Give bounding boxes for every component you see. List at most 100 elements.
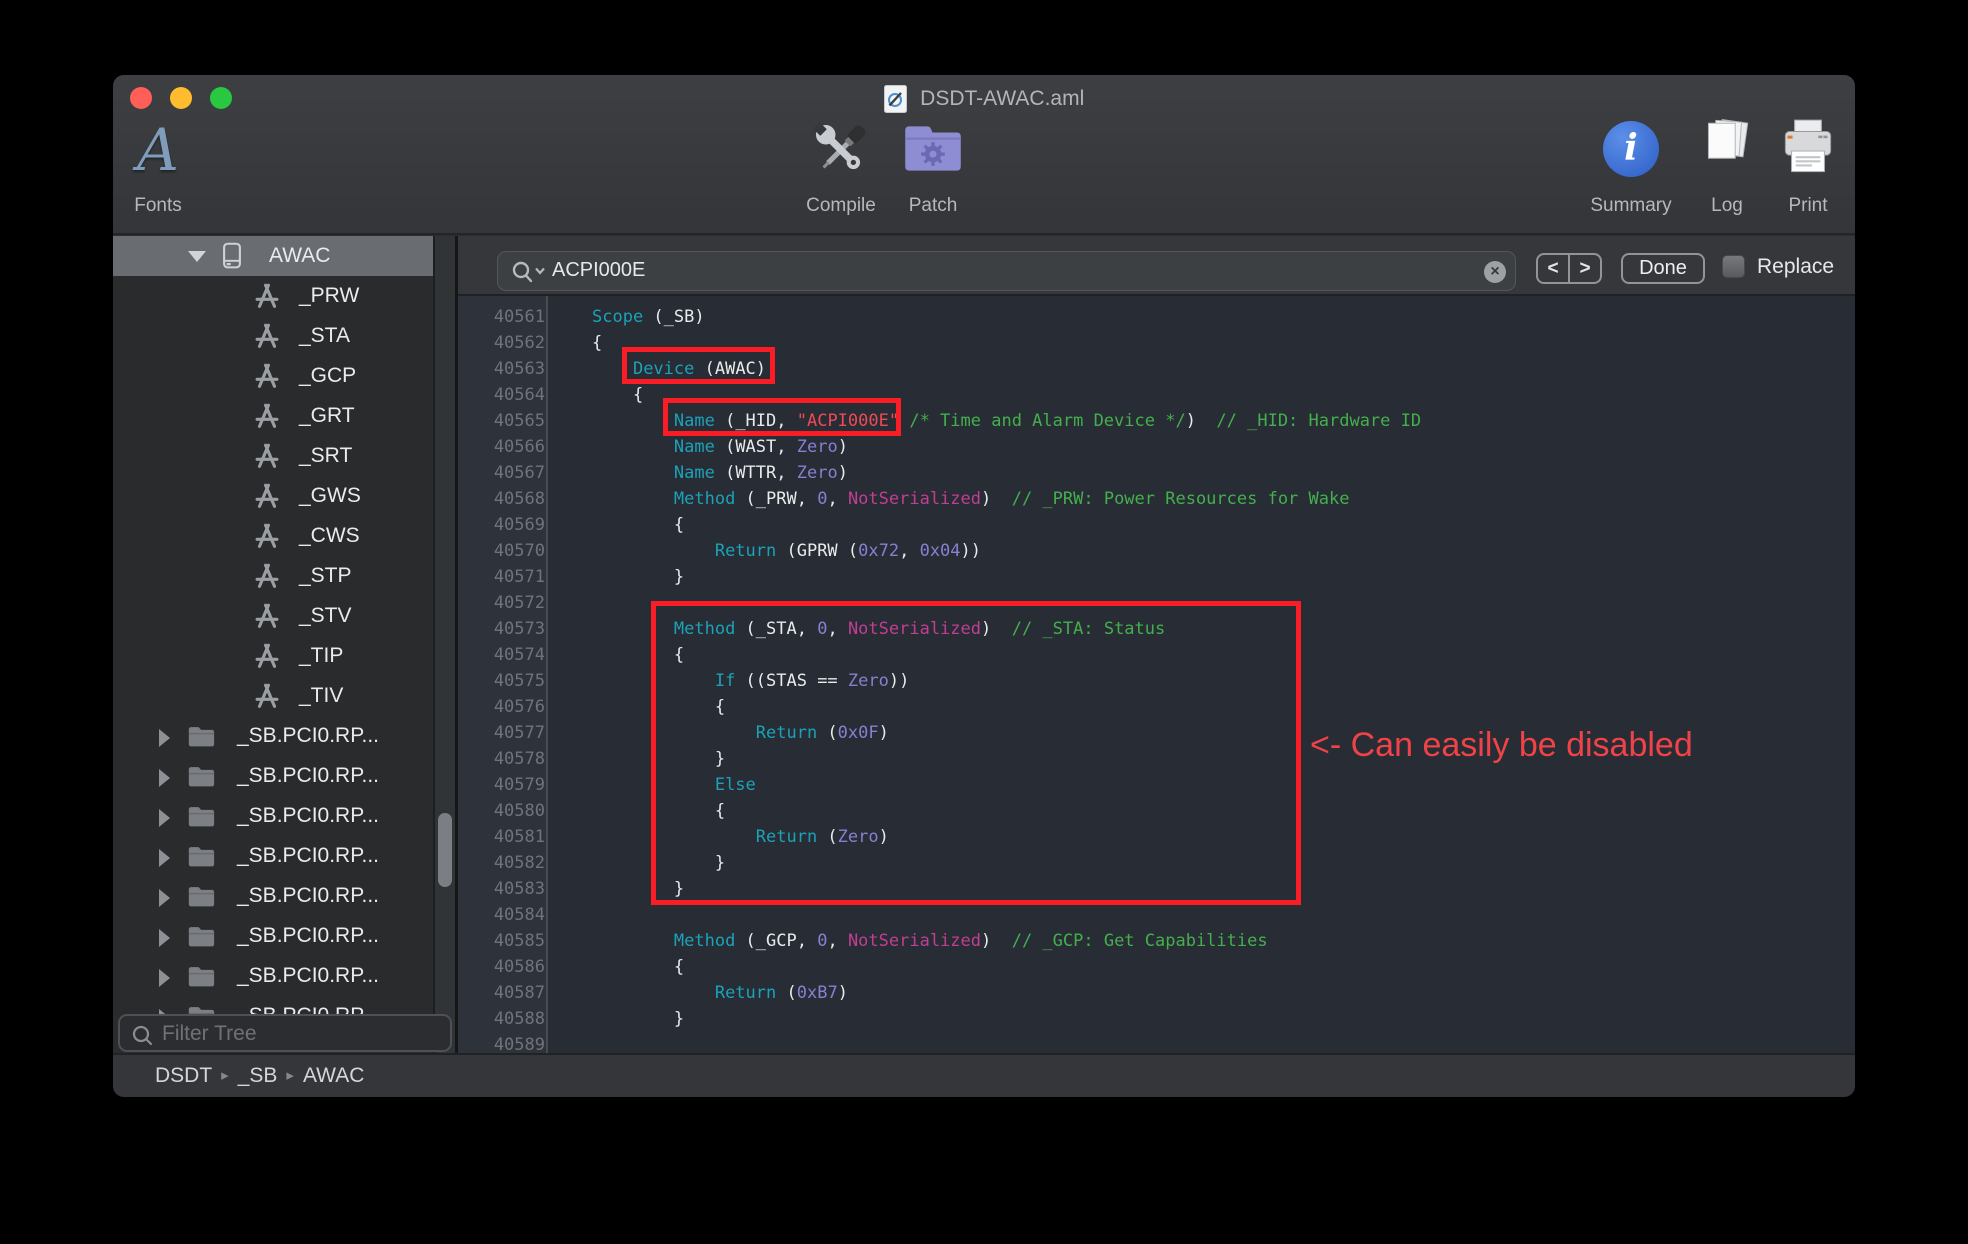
code-line[interactable]: 40566 Name (WAST, Zero) xyxy=(458,434,1855,460)
code-text: { xyxy=(592,512,684,538)
method-icon xyxy=(252,641,282,677)
line-number: 40572 xyxy=(458,590,545,616)
line-number: 40585 xyxy=(458,928,545,954)
tree-item-tip[interactable]: _TIP xyxy=(113,636,433,676)
tree-item-prw[interactable]: _PRW xyxy=(113,276,433,316)
method-icon xyxy=(252,521,282,557)
line-number: 40570 xyxy=(458,538,545,564)
disclosure-triangle-icon[interactable] xyxy=(188,251,206,262)
code-text: Return (GPRW (0x72, 0x04)) xyxy=(592,538,981,564)
printer-icon xyxy=(1748,111,1855,189)
code-text: { xyxy=(592,330,602,356)
folder-icon xyxy=(185,921,217,957)
find-input[interactable]: ACPI000E × xyxy=(497,251,1516,291)
code-editor[interactable]: 40561Scope (_SB)40562{40563 Device (AWAC… xyxy=(458,296,1855,1053)
breadcrumb-item-awac[interactable]: AWAC xyxy=(303,1064,364,1087)
code-line[interactable]: 40589 xyxy=(458,1032,1855,1053)
find-query: ACPI000E xyxy=(552,259,645,282)
code-line[interactable]: 40586 { xyxy=(458,954,1855,980)
disclosure-triangle-icon[interactable] xyxy=(159,929,170,947)
replace-checkbox[interactable] xyxy=(1722,255,1745,278)
tree-scrollbar-track[interactable] xyxy=(435,236,455,1097)
tree-item-gws[interactable]: _GWS xyxy=(113,476,433,516)
line-number: 40569 xyxy=(458,512,545,538)
clear-search-icon[interactable]: × xyxy=(1484,261,1506,283)
method-icon xyxy=(252,601,282,637)
tree-item-sb-pci0-rp[interactable]: _SB.PCI0.RP... xyxy=(113,876,433,916)
tree-item-sb-pci0-rp[interactable]: _SB.PCI0.RP... xyxy=(113,796,433,836)
code-line[interactable]: 40587 Return (0xB7) xyxy=(458,980,1855,1006)
folder-icon xyxy=(185,801,217,837)
code-line[interactable]: 40585 Method (_GCP, 0, NotSerialized) //… xyxy=(458,928,1855,954)
breadcrumb: DSDT▸_SB▸AWAC xyxy=(155,1064,364,1088)
code-line[interactable]: 40588 } xyxy=(458,1006,1855,1032)
tree-item-gcp[interactable]: _GCP xyxy=(113,356,433,396)
folder-icon xyxy=(185,881,217,917)
line-number: 40563 xyxy=(458,356,545,382)
titlebar: DSDT-AWAC.aml xyxy=(113,85,1855,113)
tree-item-sb-pci0-rp[interactable]: _SB.PCI0.RP... xyxy=(113,956,433,996)
line-number: 40589 xyxy=(458,1032,545,1053)
patch-button[interactable]: Patch xyxy=(873,111,993,217)
tree-item-srt[interactable]: _SRT xyxy=(113,436,433,476)
code-text: { xyxy=(592,954,684,980)
code-line[interactable]: 40571 } xyxy=(458,564,1855,590)
line-number: 40584 xyxy=(458,902,545,928)
breadcrumb-separator-icon: ▸ xyxy=(212,1067,238,1084)
code-text: Name (WAST, Zero) xyxy=(592,434,848,460)
breadcrumb-item-sb[interactable]: _SB xyxy=(238,1064,278,1087)
patch-folder-icon xyxy=(873,111,993,189)
disclosure-triangle-icon[interactable] xyxy=(159,889,170,907)
find-previous-button[interactable]: < xyxy=(1538,255,1570,282)
print-button[interactable]: Print xyxy=(1748,111,1855,217)
find-next-button[interactable]: > xyxy=(1570,255,1600,282)
tree-scrollbar-thumb[interactable] xyxy=(438,813,452,887)
disclosure-triangle-icon[interactable] xyxy=(159,769,170,787)
code-text: { xyxy=(592,382,643,408)
line-number: 40580 xyxy=(458,798,545,824)
code-line[interactable]: 40584 xyxy=(458,902,1855,928)
code-text: Method (_PRW, 0, NotSerialized) // _PRW:… xyxy=(592,486,1349,512)
tree-item-tiv[interactable]: _TIV xyxy=(113,676,433,716)
method-icon xyxy=(252,321,282,357)
method-icon xyxy=(252,681,282,717)
tree-item-sb-pci0-rp[interactable]: _SB.PCI0.RP... xyxy=(113,836,433,876)
annotation-text: <- Can easily be disabled xyxy=(1310,726,1855,765)
tree-item-sb-pci0-rp[interactable]: _SB.PCI0.RP... xyxy=(113,916,433,956)
method-icon xyxy=(252,361,282,397)
replace-label: Replace xyxy=(1757,255,1834,279)
line-number: 40587 xyxy=(458,980,545,1006)
app-window: DSDT-AWAC.aml A Fonts xyxy=(113,75,1855,1097)
filter-tree-input[interactable]: Filter Tree xyxy=(118,1014,452,1052)
disclosure-triangle-icon[interactable] xyxy=(159,809,170,827)
code-text: Return (0xB7) xyxy=(592,980,848,1006)
breadcrumb-item-dsdt[interactable]: DSDT xyxy=(155,1064,212,1087)
annotation-box-hid xyxy=(663,398,901,436)
code-line[interactable]: 40568 Method (_PRW, 0, NotSerialized) //… xyxy=(458,486,1855,512)
tree-item-stv[interactable]: _STV xyxy=(113,596,433,636)
disclosure-triangle-icon[interactable] xyxy=(159,849,170,867)
tree-item-sb-pci0-rp[interactable]: _SB.PCI0.RP... xyxy=(113,996,433,1014)
tree-item-sb-pci0-rp[interactable]: _SB.PCI0.RP... xyxy=(113,756,433,796)
line-number: 40565 xyxy=(458,408,545,434)
annotation-box-sta-method xyxy=(651,601,1301,905)
line-number: 40588 xyxy=(458,1006,545,1032)
tree-item-stp[interactable]: _STP xyxy=(113,556,433,596)
method-icon xyxy=(252,561,282,597)
tree-item-awac[interactable]: AWAC xyxy=(113,236,433,276)
done-button[interactable]: Done xyxy=(1621,253,1705,284)
code-line[interactable]: 40567 Name (WTTR, Zero) xyxy=(458,460,1855,486)
tree-item-grt[interactable]: _GRT xyxy=(113,396,433,436)
code-line[interactable]: 40561Scope (_SB) xyxy=(458,304,1855,330)
window-title: DSDT-AWAC.aml xyxy=(920,87,1084,111)
code-line[interactable]: 40570 Return (GPRW (0x72, 0x04)) xyxy=(458,538,1855,564)
tree-item-sta[interactable]: _STA xyxy=(113,316,433,356)
tree-item-cws[interactable]: _CWS xyxy=(113,516,433,556)
fonts-button[interactable]: A Fonts xyxy=(113,111,218,217)
code-line[interactable]: 40569 { xyxy=(458,512,1855,538)
line-number: 40586 xyxy=(458,954,545,980)
line-number: 40581 xyxy=(458,824,545,850)
disclosure-triangle-icon[interactable] xyxy=(159,969,170,987)
tree-item-sb-pci0-rp[interactable]: _SB.PCI0.RP... xyxy=(113,716,433,756)
disclosure-triangle-icon[interactable] xyxy=(159,729,170,747)
